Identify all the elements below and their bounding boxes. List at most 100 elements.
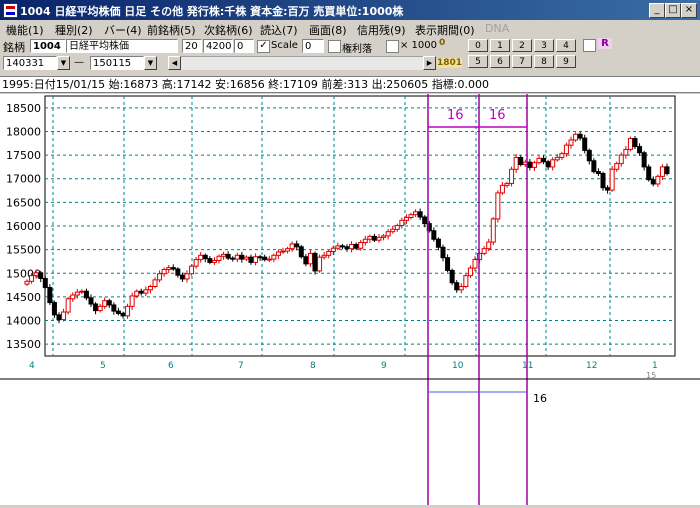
y-tick-label: 14500 <box>6 291 41 304</box>
maximize-button[interactable]: □ <box>665 3 681 18</box>
menu-item-prev[interactable]: 前銘柄(5) <box>147 22 196 38</box>
candle-body <box>157 273 163 281</box>
candle-body <box>408 214 414 218</box>
rights-checkbox[interactable] <box>328 40 341 53</box>
candle-body <box>70 294 76 300</box>
small-counter-top: 0 <box>439 38 446 48</box>
period-scrollbar-track[interactable] <box>181 56 423 70</box>
code-input[interactable]: 1004 <box>30 39 66 53</box>
candle-body <box>65 298 71 313</box>
candle-body <box>664 166 670 175</box>
param1-input[interactable]: 20 <box>182 39 202 53</box>
candle-body <box>152 279 158 288</box>
menu-item-margin[interactable]: 信用残(9) <box>357 22 406 38</box>
candle-body <box>303 256 309 265</box>
param3-input[interactable]: 0 <box>234 39 254 53</box>
num-button-7[interactable]: 7 <box>512 55 532 68</box>
candle-body <box>243 256 249 260</box>
candle-body <box>56 314 62 321</box>
candle-body <box>248 256 254 263</box>
candle-body <box>614 163 620 170</box>
candle <box>298 244 304 259</box>
close-button[interactable]: × <box>681 3 697 18</box>
candlestick-chart[interactable]: 1850018000175001700016500160001550015000… <box>0 94 700 505</box>
candle-body <box>371 235 377 241</box>
menu-item-dna: DNA <box>485 22 510 35</box>
x1000-checkbox[interactable] <box>386 40 399 53</box>
app-icon <box>3 3 18 18</box>
scale-checkbox[interactable]: ✓ <box>257 40 270 53</box>
num-button-4[interactable]: 4 <box>556 39 576 52</box>
candle-body <box>175 268 181 276</box>
candle <box>627 136 633 152</box>
date-to-dropdown-icon[interactable]: ▼ <box>144 56 157 70</box>
candle-body <box>627 138 633 150</box>
candle-body <box>422 216 428 225</box>
candle-body <box>541 157 547 163</box>
candle-body <box>125 305 131 317</box>
candle-body <box>641 152 647 168</box>
candle-body <box>317 256 323 272</box>
lower-label: 16 <box>533 392 547 405</box>
candle-body <box>289 243 295 250</box>
candle-body <box>207 258 213 263</box>
x-tick-label: 12 <box>586 361 597 371</box>
scale-input[interactable]: 0 <box>302 39 324 53</box>
menu-item-bar[interactable]: バー(4) <box>104 22 142 38</box>
candle-body <box>353 243 359 249</box>
candle-body <box>403 216 409 221</box>
candle-body <box>115 310 121 314</box>
num-button-9[interactable]: 9 <box>556 55 576 68</box>
candle-body <box>120 312 126 317</box>
candle-body <box>513 156 519 170</box>
scroll-left-icon[interactable]: ◀ <box>168 56 181 70</box>
candle-body <box>349 243 355 250</box>
x-tick-label: 4 <box>29 361 35 371</box>
r-checkbox[interactable] <box>583 39 596 52</box>
candle-body <box>161 268 167 275</box>
num-button-6[interactable]: 6 <box>490 55 510 68</box>
num-button-5[interactable]: 5 <box>468 55 488 68</box>
candle-body <box>143 289 149 294</box>
menu-item-type[interactable]: 種別(2) <box>55 22 93 38</box>
date-to-select[interactable]: 150115 <box>90 56 144 70</box>
scroll-right-icon[interactable]: ▶ <box>423 56 436 70</box>
scale-label: Scale <box>271 40 298 51</box>
candle-body <box>202 254 208 260</box>
candle-body <box>563 144 569 155</box>
num-button-2[interactable]: 2 <box>512 39 532 52</box>
num-button-1[interactable]: 1 <box>490 39 510 52</box>
minimize-button[interactable]: _ <box>649 3 665 18</box>
candle <box>509 166 515 187</box>
candle-body <box>531 162 537 168</box>
candle-body <box>440 246 446 259</box>
candle-body <box>29 275 35 282</box>
candle-body <box>335 245 341 249</box>
menu-item-screen[interactable]: 画面(8) <box>309 22 347 38</box>
menu-item-next[interactable]: 次銘柄(6) <box>204 22 253 38</box>
menu-item-load[interactable]: 読込(7) <box>260 22 298 38</box>
param2-input[interactable]: 4200 <box>203 39 233 53</box>
r-label: R <box>598 38 612 49</box>
title-bar: 1004 日経平均株価 日足 その他 発行株:千株 資本金:百万 売買単位:10… <box>0 0 700 20</box>
y-tick-label: 14000 <box>6 315 41 328</box>
menu-item-function[interactable]: 機能(1) <box>6 22 44 38</box>
date-from-select[interactable]: 140331 <box>3 56 57 70</box>
candle-body <box>170 267 176 270</box>
num-button-3[interactable]: 3 <box>534 39 554 52</box>
chart-area[interactable]: 18500 18000 17500 17000 16500 16000 15500 15000… <box>0 94 700 505</box>
date-from-dropdown-icon[interactable]: ▼ <box>57 56 70 70</box>
candle <box>312 251 318 275</box>
num-button-8[interactable]: 8 <box>534 55 554 68</box>
candle-body <box>298 246 304 258</box>
x-tick-label: 10 <box>452 361 464 371</box>
num-button-0[interactable]: 0 <box>468 39 488 52</box>
candle-body <box>623 148 629 156</box>
candle-body <box>102 300 108 307</box>
range-label-1: 16 <box>447 108 464 123</box>
candle-body <box>61 311 67 321</box>
candle-body <box>221 253 227 257</box>
candle-body <box>42 277 48 288</box>
toolbar-top: 銘柄 1004 日経平均株価 20 4200 0 ✓ Scale 0 権利落 ×… <box>0 37 700 55</box>
menu-item-period[interactable]: 表示期間(0) <box>415 22 475 38</box>
